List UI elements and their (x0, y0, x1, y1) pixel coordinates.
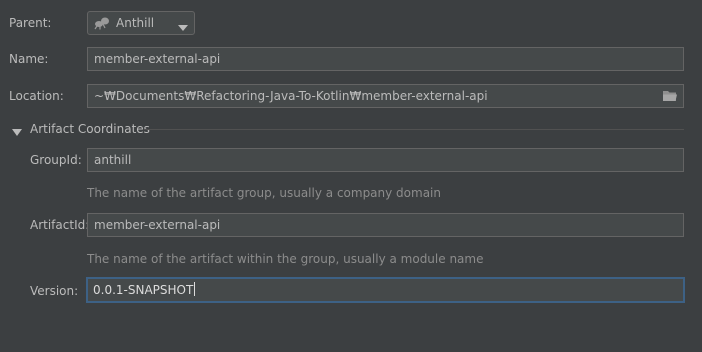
chevron-down-icon (178, 20, 188, 31)
location-value: ~₩Documents₩Refactoring-Java-To-Kotlin₩m… (94, 89, 488, 103)
collapse-triangle-icon[interactable] (12, 125, 22, 136)
section-divider (144, 129, 684, 130)
version-label: Version: (30, 284, 79, 298)
artifactid-field[interactable]: member-external-api (87, 213, 684, 237)
groupid-field[interactable]: anthill (87, 148, 684, 172)
location-field[interactable]: ~₩Documents₩Refactoring-Java-To-Kotlin₩m… (87, 84, 684, 108)
artifactid-hint: The name of the artifact within the grou… (87, 252, 484, 266)
parent-value: Anthill (116, 16, 155, 30)
artifact-coordinates-title[interactable]: Artifact Coordinates (30, 121, 150, 137)
folder-icon[interactable] (662, 89, 678, 103)
parent-label: Parent: (9, 16, 52, 30)
text-caret (194, 282, 196, 296)
version-value: 0.0.1-SNAPSHOT (93, 283, 194, 297)
groupid-hint: The name of the artifact group, usually … (87, 186, 441, 200)
artifactid-label: ArtifactId: (30, 218, 90, 232)
location-label: Location: (9, 89, 64, 103)
ant-icon (94, 16, 110, 30)
version-field[interactable]: 0.0.1-SNAPSHOT (86, 277, 685, 303)
parent-dropdown[interactable]: Anthill (87, 11, 195, 35)
name-label: Name: (9, 52, 49, 66)
name-field[interactable]: member-external-api (87, 47, 684, 71)
groupid-label: GroupId: (30, 153, 82, 167)
